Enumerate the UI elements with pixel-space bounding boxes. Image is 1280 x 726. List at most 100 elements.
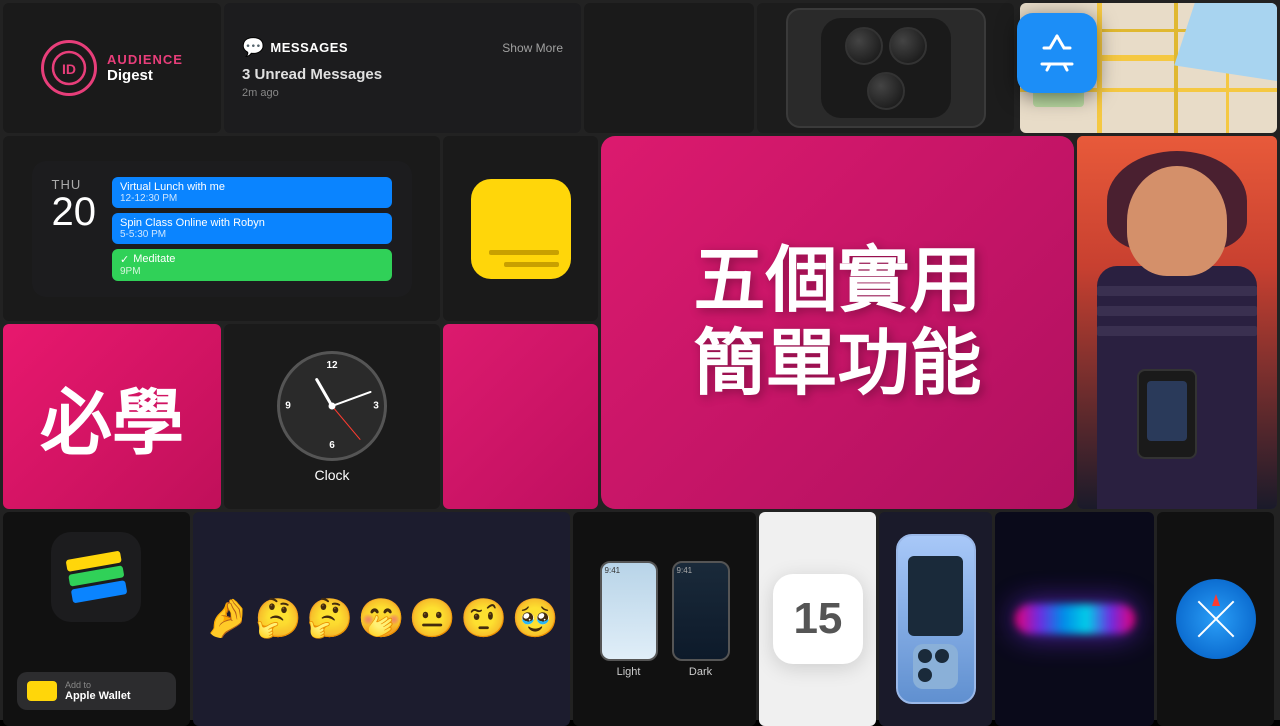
- iphone2-body: [896, 534, 976, 704]
- svg-text:ID: ID: [62, 61, 76, 77]
- dark-phone-time: 9:41: [674, 563, 728, 578]
- map-road-vertical-2: [1174, 3, 1178, 133]
- calendar-day-number: 20: [52, 192, 97, 232]
- event-3-name: Meditate: [133, 253, 175, 265]
- lady-face: [1127, 166, 1227, 276]
- camera-lens-1: [845, 27, 883, 65]
- ios15-cell: 15: [759, 512, 876, 726]
- event-1-time: 12-12:30 PM: [120, 193, 384, 204]
- light-phone-group: 9:41 Light: [600, 561, 658, 678]
- audience-top-label: AUDIENCE: [107, 52, 183, 67]
- messages-title: MESSAGES: [270, 40, 348, 55]
- iphone-body-preview: [786, 8, 986, 128]
- big-title-text: 五個實用 簡單功能: [693, 240, 981, 406]
- row-1: ID AUDIENCE Digest 💬 MESSAGES Show More …: [3, 3, 1277, 133]
- calendar-events-list: Virtual Lunch with me 12-12:30 PM Spin C…: [112, 177, 392, 281]
- audience-logo-svg: ID: [51, 50, 87, 86]
- messages-icon: 💬: [242, 37, 264, 58]
- notes-cell: [443, 136, 598, 321]
- messages-show-more[interactable]: Show More: [502, 41, 563, 55]
- calendar-date-section: THU 20: [52, 177, 97, 281]
- stripe-3: [1097, 326, 1257, 336]
- emoji-1: 🤌: [204, 597, 251, 641]
- calendar-widget: THU 20 Virtual Lunch with me 12-12:30 PM…: [32, 161, 412, 297]
- messages-time: 2m ago: [242, 87, 563, 99]
- audience-text-block: AUDIENCE Digest: [107, 52, 183, 84]
- safari-compass: [1186, 589, 1246, 649]
- notes-line-1: [489, 250, 559, 255]
- bixue-text: 必學: [40, 364, 184, 469]
- add-wallet-icon: [27, 681, 57, 701]
- messages-notification: 💬 MESSAGES Show More 3 Unread Messages 2…: [224, 3, 581, 133]
- clock-num-3: 3: [373, 400, 379, 411]
- main-layout: ID AUDIENCE Digest 💬 MESSAGES Show More …: [0, 0, 1280, 720]
- camera-module: [821, 18, 951, 118]
- light-phone-screen: 9:41: [600, 561, 658, 661]
- left-column-2-3: THU 20 Virtual Lunch with me 12-12:30 PM…: [3, 136, 440, 509]
- emoji-cell: 🤌 🤔 🤔 🤭 😐 🤨 🥹: [193, 512, 570, 726]
- add-to-wallet-button[interactable]: Add to Apple Wallet: [17, 672, 176, 710]
- calendar-event-1: Virtual Lunch with me 12-12:30 PM: [112, 177, 392, 208]
- dark-label: Dark: [689, 666, 712, 678]
- iphone2-camera-module: [913, 644, 958, 689]
- light-dark-cell: 9:41 Light 9:41 Dark: [573, 512, 757, 726]
- wallet-cards-display: [65, 551, 127, 604]
- audience-digest-cell: ID AUDIENCE Digest: [3, 3, 221, 133]
- clock-num-9: 9: [285, 400, 291, 411]
- apple-wallet-label: Apple Wallet: [65, 690, 131, 702]
- audience-circle-icon: ID: [41, 40, 97, 96]
- row-4: Add to Apple Wallet 🤌 🤔 🤔 🤭 😐 🤨 🥹: [3, 512, 1277, 726]
- iphone2-lens-2: [935, 649, 949, 663]
- clock-center-dot: [329, 402, 336, 409]
- lady-cell: [1077, 136, 1277, 509]
- notes-line-2: [504, 262, 559, 267]
- safari-north-indicator: [1212, 594, 1220, 606]
- rows-2-3: THU 20 Virtual Lunch with me 12-12:30 PM…: [3, 136, 1277, 509]
- emoji-7: 🥹: [512, 597, 559, 641]
- map-road-vertical-1: [1097, 3, 1102, 133]
- app-store-icon[interactable]: [1017, 13, 1097, 93]
- event-2-name: Spin Class Online with Robyn: [120, 217, 384, 229]
- audience-digest-logo: ID AUDIENCE Digest: [41, 40, 183, 96]
- dark-phone-group: 9:41 Dark: [672, 561, 730, 678]
- emoji-row: 🤌 🤔 🤔 🤭 😐 🤨 🥹: [204, 597, 559, 641]
- safari-cell: [1157, 512, 1274, 726]
- bixue-cell: 必學: [3, 324, 221, 509]
- emoji-3: 🤔: [306, 597, 353, 641]
- wallet-icon-large: [51, 532, 141, 622]
- messages-header: 💬 MESSAGES Show More: [242, 37, 563, 58]
- emoji-5: 😐: [409, 597, 456, 641]
- iphone-frame: [786, 8, 986, 128]
- clock-cell: 12 3 6 9 Clock: [224, 324, 440, 509]
- calendar-event-3: ✓ Meditate 9PM: [112, 249, 392, 281]
- iphone-camera-cell: [757, 3, 1014, 133]
- middle-column-2-3: [443, 136, 598, 509]
- messages-content: 3 Unread Messages: [242, 66, 563, 83]
- event-3-time: 9PM: [120, 266, 384, 277]
- ios15-icon: 15: [773, 574, 863, 664]
- clock-minute-hand: [332, 390, 372, 406]
- safari-icon: [1176, 579, 1256, 659]
- iphone2-screen: [908, 556, 963, 636]
- emoji-2: 🤔: [255, 597, 302, 641]
- emoji-4: 🤭: [358, 597, 405, 641]
- audience-bottom-label: Digest: [107, 67, 183, 84]
- light-phone-time: 9:41: [602, 563, 656, 578]
- clock-num-12: 12: [326, 360, 337, 371]
- row3-left: 必學 12 3 6 9: [3, 324, 440, 509]
- camera-lens-2: [889, 27, 927, 65]
- add-wallet-text: Add to Apple Wallet: [65, 680, 131, 702]
- clock-num-6: 6: [329, 440, 335, 451]
- iphone2-lens-3: [918, 668, 932, 682]
- ios15-text: 15: [793, 594, 842, 644]
- map-water-body: [1174, 3, 1277, 81]
- apple-wallet-cell: Add to Apple Wallet: [3, 512, 190, 726]
- siri-cell: [995, 512, 1154, 726]
- calendar-cell: THU 20 Virtual Lunch with me 12-12:30 PM…: [3, 136, 440, 321]
- calendar-event-2: Spin Class Online with Robyn 5-5:30 PM: [112, 213, 392, 244]
- camera-lens-3: [867, 72, 905, 110]
- siri-visualization: [1015, 604, 1135, 634]
- stripe-2: [1097, 306, 1257, 316]
- notes-icon: [471, 179, 571, 279]
- siri-orb: [1015, 604, 1135, 634]
